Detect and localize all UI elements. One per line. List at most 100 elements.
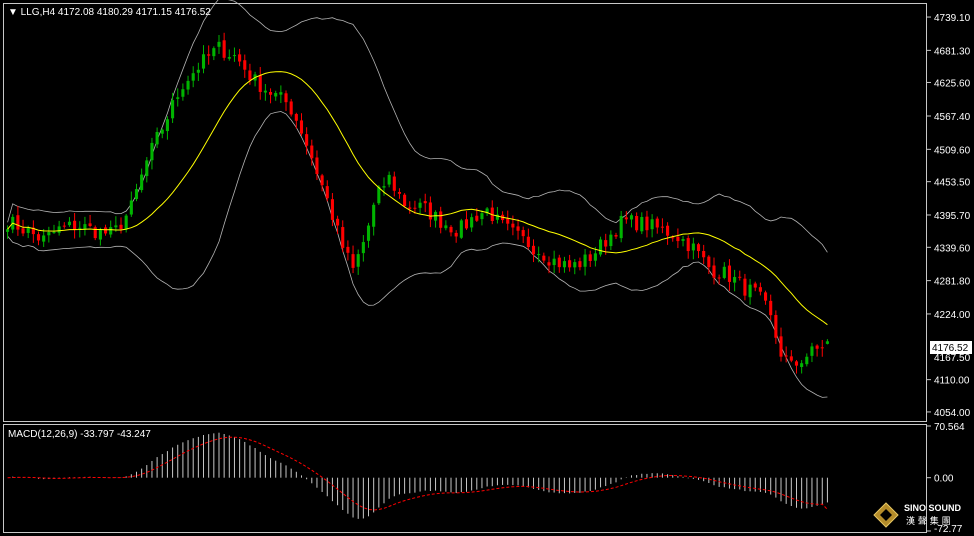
price-tick-label: 4739.10 [934, 13, 971, 24]
candle-body [423, 201, 427, 204]
candle-body [356, 254, 360, 267]
candle [681, 235, 685, 247]
candle [733, 269, 737, 292]
candle [552, 250, 556, 274]
candle [16, 206, 20, 236]
candle-body [758, 287, 762, 292]
candle-body [748, 284, 752, 298]
sino-sound-logo: SINO SOUND 漢 聲 集 團 [873, 502, 962, 528]
candle [207, 45, 211, 65]
candle-body [588, 254, 592, 261]
candle-body [619, 215, 623, 239]
candle-body [655, 218, 659, 228]
candle [140, 168, 144, 193]
candle-body [387, 174, 391, 185]
chart-header: ▼ LLG,H4 4172.08 4180.29 4171.15 4176.52 [8, 7, 211, 18]
candle-body [88, 223, 92, 226]
candle-body [47, 232, 51, 236]
macd-panel-frame [3, 424, 927, 533]
candle-body [743, 278, 747, 296]
trading-chart[interactable]: 4739.10 4681.30 4625.60 4567.40 4509.60 4453.… [0, 0, 974, 536]
candle-body [604, 240, 608, 247]
candle-body [578, 261, 582, 268]
candle [624, 211, 628, 224]
macd-signal-line [7, 436, 828, 511]
candle-body [511, 223, 515, 228]
candle [774, 310, 778, 344]
candle [439, 206, 443, 234]
candle [109, 220, 113, 238]
price-tick-label: 4339.60 [934, 243, 971, 254]
candle [655, 216, 659, 234]
candle-body [629, 215, 634, 220]
candle [222, 32, 226, 61]
candle-body [366, 225, 371, 241]
macd-plot-area [7, 432, 828, 519]
candle-body [413, 207, 417, 209]
macd-header: MACD(12,26,9) -33.797 -43.247 [8, 429, 151, 440]
candle-body [666, 225, 670, 236]
candle [676, 228, 680, 249]
candle-body [624, 217, 628, 220]
candle-body [217, 41, 221, 47]
candle-body [289, 101, 293, 115]
candle [434, 210, 438, 228]
candle [134, 183, 139, 202]
candle-body [722, 266, 726, 278]
candle-body [774, 315, 778, 338]
candle-body [738, 276, 742, 278]
main-panel-frame [3, 3, 927, 422]
candle [243, 54, 247, 78]
candle [712, 257, 716, 285]
candle-body [650, 219, 654, 230]
candle [341, 220, 345, 253]
candle [52, 224, 56, 234]
candle-body [733, 277, 737, 283]
candle [83, 216, 87, 236]
candle-body [557, 257, 561, 268]
candle [392, 171, 396, 197]
candle-body [129, 200, 133, 215]
candle-body [372, 204, 376, 227]
candle-body [109, 227, 113, 235]
candle-body [521, 230, 525, 237]
candle-body [810, 346, 814, 356]
candle-body [542, 255, 546, 261]
candle [578, 257, 582, 271]
candle-body [583, 254, 587, 267]
price-tick-label: 4681.30 [934, 46, 971, 57]
candle-body [171, 100, 175, 119]
candle-body [609, 234, 613, 247]
candle-body [480, 213, 484, 220]
candle-body [336, 218, 340, 226]
candle-body [186, 80, 190, 90]
candle-body [294, 114, 298, 121]
candle [238, 48, 242, 67]
candle [825, 339, 829, 345]
candle [428, 196, 432, 228]
candle [403, 193, 407, 208]
candle [722, 262, 726, 280]
candle-body [676, 236, 680, 242]
candle [67, 217, 71, 227]
candle-body [330, 199, 334, 220]
candle [36, 231, 41, 246]
candle-body [62, 225, 66, 227]
candle-body [361, 242, 365, 254]
candle-body [78, 227, 82, 229]
candle-body [325, 186, 329, 199]
candle-body [418, 202, 422, 208]
candle-body [686, 238, 690, 252]
candle-body [635, 216, 639, 231]
candle [98, 227, 102, 246]
price-tick-label: 4224.00 [934, 310, 971, 321]
candle [702, 244, 706, 265]
candle [155, 127, 159, 149]
candle [21, 219, 25, 237]
candle-body [769, 300, 773, 316]
candle [274, 90, 278, 101]
candle-body [403, 194, 407, 207]
candle [181, 83, 185, 101]
candle-body [552, 258, 556, 266]
candle-body [660, 226, 664, 228]
